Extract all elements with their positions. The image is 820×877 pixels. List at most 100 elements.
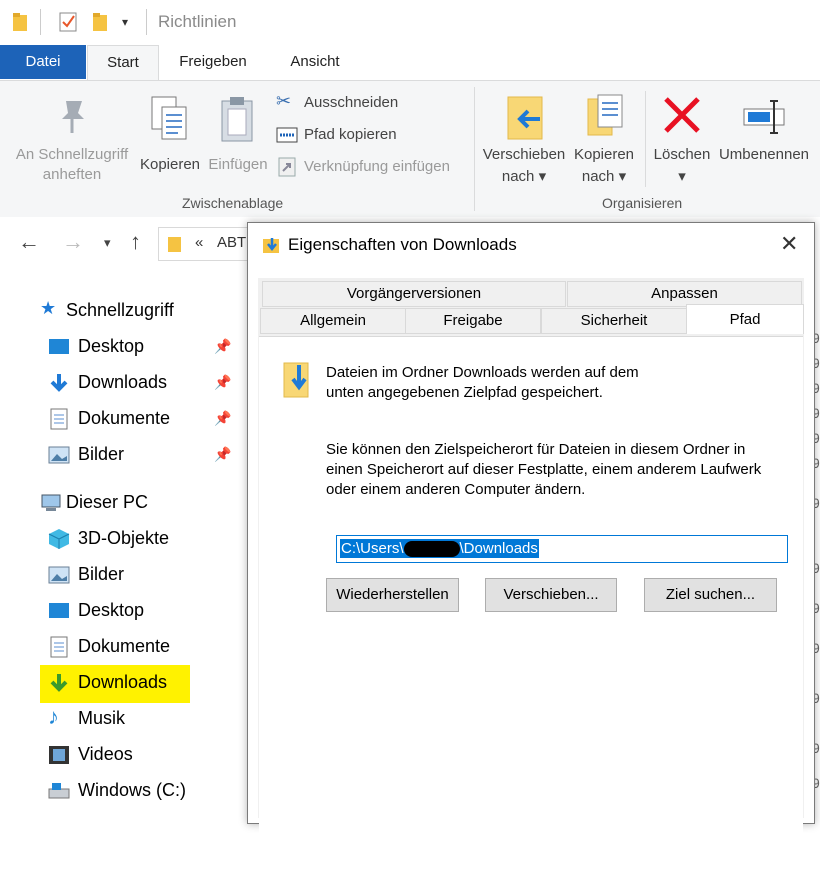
recent-locations-chevron-icon[interactable]: ▾ bbox=[104, 235, 111, 251]
document-icon bbox=[50, 408, 68, 430]
nav-quick-downloads[interactable]: Downloads 📌 bbox=[38, 366, 238, 400]
copy-path-button[interactable]: Pfad kopieren bbox=[276, 123, 456, 147]
nav-label: Schnellzugriff bbox=[66, 300, 174, 320]
move-to-button[interactable]: Verschieben nach ▾ bbox=[480, 91, 568, 195]
title-bar: ▾ Richtlinien bbox=[0, 0, 820, 45]
rename-label: Umbenennen bbox=[718, 146, 810, 163]
tab-general[interactable]: Allgemein bbox=[260, 308, 406, 334]
group-separator bbox=[474, 87, 475, 211]
customize-quick-access-icon[interactable]: ▾ bbox=[122, 15, 128, 29]
nav-label: Dokumente bbox=[78, 408, 171, 428]
breadcrumb-overflow[interactable]: « bbox=[195, 234, 203, 251]
ribbon: An Schnellzugriff anheften Kopieren Einf… bbox=[0, 80, 820, 218]
up-arrow-icon[interactable]: ↑ bbox=[130, 229, 141, 255]
tab-sharing[interactable]: Freigabe bbox=[405, 308, 541, 334]
properties-check-icon[interactable] bbox=[58, 11, 78, 33]
path-suffix: \Downloads bbox=[459, 540, 538, 557]
nav-desktop[interactable]: Desktop bbox=[38, 594, 238, 628]
new-folder-icon[interactable] bbox=[92, 12, 110, 32]
copy-icon bbox=[151, 96, 187, 140]
nav-windows-drive[interactable]: Windows (C:) bbox=[38, 774, 238, 808]
copy-to-label1: Kopieren bbox=[573, 146, 635, 163]
nav-label: Dieser PC bbox=[66, 492, 149, 512]
address-bar[interactable]: « ABT bbox=[158, 227, 260, 261]
dialog-body: Vorgängerversionen Anpassen Allgemein Fr… bbox=[258, 278, 804, 877]
copy-button[interactable]: Kopieren bbox=[138, 91, 202, 191]
pin-icon[interactable]: 📌 bbox=[214, 446, 231, 463]
move-to-label2: nach ▾ bbox=[501, 168, 547, 185]
copy-label: Kopieren bbox=[139, 156, 201, 173]
nav-3d-objects[interactable]: 3D-Objekte bbox=[38, 522, 238, 556]
nav-quick-access[interactable]: ★ Schnellzugriff bbox=[30, 294, 230, 328]
properties-dialog: Eigenschaften von Downloads ✕ Vorgängerv… bbox=[247, 222, 815, 877]
desktop-icon bbox=[49, 603, 69, 618]
rename-button[interactable]: Umbenennen bbox=[716, 91, 812, 195]
star-icon: ★ bbox=[40, 298, 57, 318]
delete-dropdown-icon[interactable]: ▾ bbox=[650, 167, 714, 185]
pictures-icon bbox=[48, 446, 70, 464]
tab-security[interactable]: Sicherheit bbox=[541, 308, 687, 334]
pictures-icon bbox=[48, 566, 70, 584]
paste-label: Einfügen bbox=[208, 156, 268, 173]
nav-quick-documents[interactable]: Dokumente 📌 bbox=[38, 402, 238, 436]
nav-label: Musik bbox=[78, 708, 126, 728]
tab-start[interactable]: Start bbox=[87, 45, 159, 81]
paste-button[interactable]: Einfügen bbox=[206, 91, 270, 191]
delete-button[interactable]: Löschen ▾ bbox=[650, 91, 714, 195]
target-path-input[interactable]: C:\Users\ \Downloads bbox=[336, 535, 788, 563]
tab-previous-versions[interactable]: Vorgängerversionen bbox=[262, 281, 566, 307]
move-button[interactable]: Verschieben... bbox=[485, 578, 617, 612]
cut-button[interactable]: ✂ Ausschneiden bbox=[276, 91, 456, 115]
copy-folder-icon bbox=[587, 94, 623, 136]
paste-shortcut-label: Verknüpfung einfügen bbox=[304, 158, 450, 175]
nav-documents[interactable]: Dokumente bbox=[38, 630, 238, 664]
back-arrow-icon[interactable]: ← bbox=[18, 229, 40, 255]
separator bbox=[40, 9, 41, 35]
downloads-arrow-icon bbox=[50, 674, 68, 692]
nav-pictures[interactable]: Bilder bbox=[38, 558, 238, 592]
nav-label: Windows (C:) bbox=[78, 780, 187, 800]
nav-quick-pictures[interactable]: Bilder 📌 bbox=[38, 438, 238, 472]
move-to-label1: Verschieben bbox=[482, 146, 566, 163]
path-selection: C:\Users\ \Downloads bbox=[340, 539, 539, 558]
drive-icon bbox=[48, 783, 70, 799]
close-icon[interactable]: ✕ bbox=[780, 231, 798, 257]
nav-this-pc[interactable]: Dieser PC bbox=[30, 486, 230, 520]
nav-label: Downloads bbox=[78, 372, 168, 392]
separator bbox=[146, 9, 147, 35]
pin-label-line1: An Schnellzugriff bbox=[15, 146, 129, 163]
tab-panel-path: Dateien im Ordner Downloads werden auf d… bbox=[259, 336, 803, 877]
forward-arrow-icon[interactable]: → bbox=[62, 229, 84, 255]
paste-shortcut-button[interactable]: Verknüpfung einfügen bbox=[276, 155, 466, 179]
dialog-title: Eigenschaften von Downloads bbox=[288, 235, 517, 254]
nav-label: Bilder bbox=[78, 444, 125, 464]
nav-label: Desktop bbox=[78, 600, 145, 620]
nav-quick-desktop[interactable]: Desktop 📌 bbox=[38, 330, 238, 364]
folder-icon[interactable] bbox=[12, 12, 30, 32]
pin-icon[interactable]: 📌 bbox=[214, 410, 231, 427]
copy-to-button[interactable]: Kopieren nach ▾ bbox=[570, 91, 638, 195]
pin-label-line2: anheften bbox=[42, 166, 102, 183]
tab-ansicht[interactable]: Ansicht bbox=[276, 45, 354, 79]
organize-group-label: Organisieren bbox=[602, 195, 683, 211]
nav-music[interactable]: ♪ Musik bbox=[38, 702, 238, 736]
find-target-button[interactable]: Ziel suchen... bbox=[644, 578, 777, 612]
ribbon-tabs: Datei Start Freigeben Ansicht bbox=[0, 45, 820, 81]
pin-icon bbox=[62, 101, 84, 133]
delete-label: Löschen bbox=[653, 146, 711, 163]
pin-to-quick-access-button[interactable]: An Schnellzugriff anheften bbox=[8, 91, 136, 191]
tab-datei[interactable]: Datei bbox=[0, 45, 86, 79]
breadcrumb[interactable]: ABT bbox=[217, 234, 246, 251]
copy-to-label2: nach ▾ bbox=[581, 168, 627, 185]
desktop-icon bbox=[49, 339, 69, 354]
delete-x-icon bbox=[664, 97, 700, 133]
nav-downloads[interactable]: Downloads bbox=[38, 666, 238, 700]
tab-freigeben[interactable]: Freigeben bbox=[170, 45, 256, 79]
restore-default-button[interactable]: Wiederherstellen bbox=[326, 578, 459, 612]
pin-icon[interactable]: 📌 bbox=[214, 338, 231, 355]
info-line1: Dateien im Ordner Downloads werden auf d… bbox=[326, 364, 639, 381]
tab-path[interactable]: Pfad bbox=[686, 304, 804, 334]
desc-line1: Sie können den Zielspeicherort für Datei… bbox=[326, 441, 746, 458]
pin-icon[interactable]: 📌 bbox=[214, 374, 231, 391]
nav-videos[interactable]: Videos bbox=[38, 738, 238, 772]
